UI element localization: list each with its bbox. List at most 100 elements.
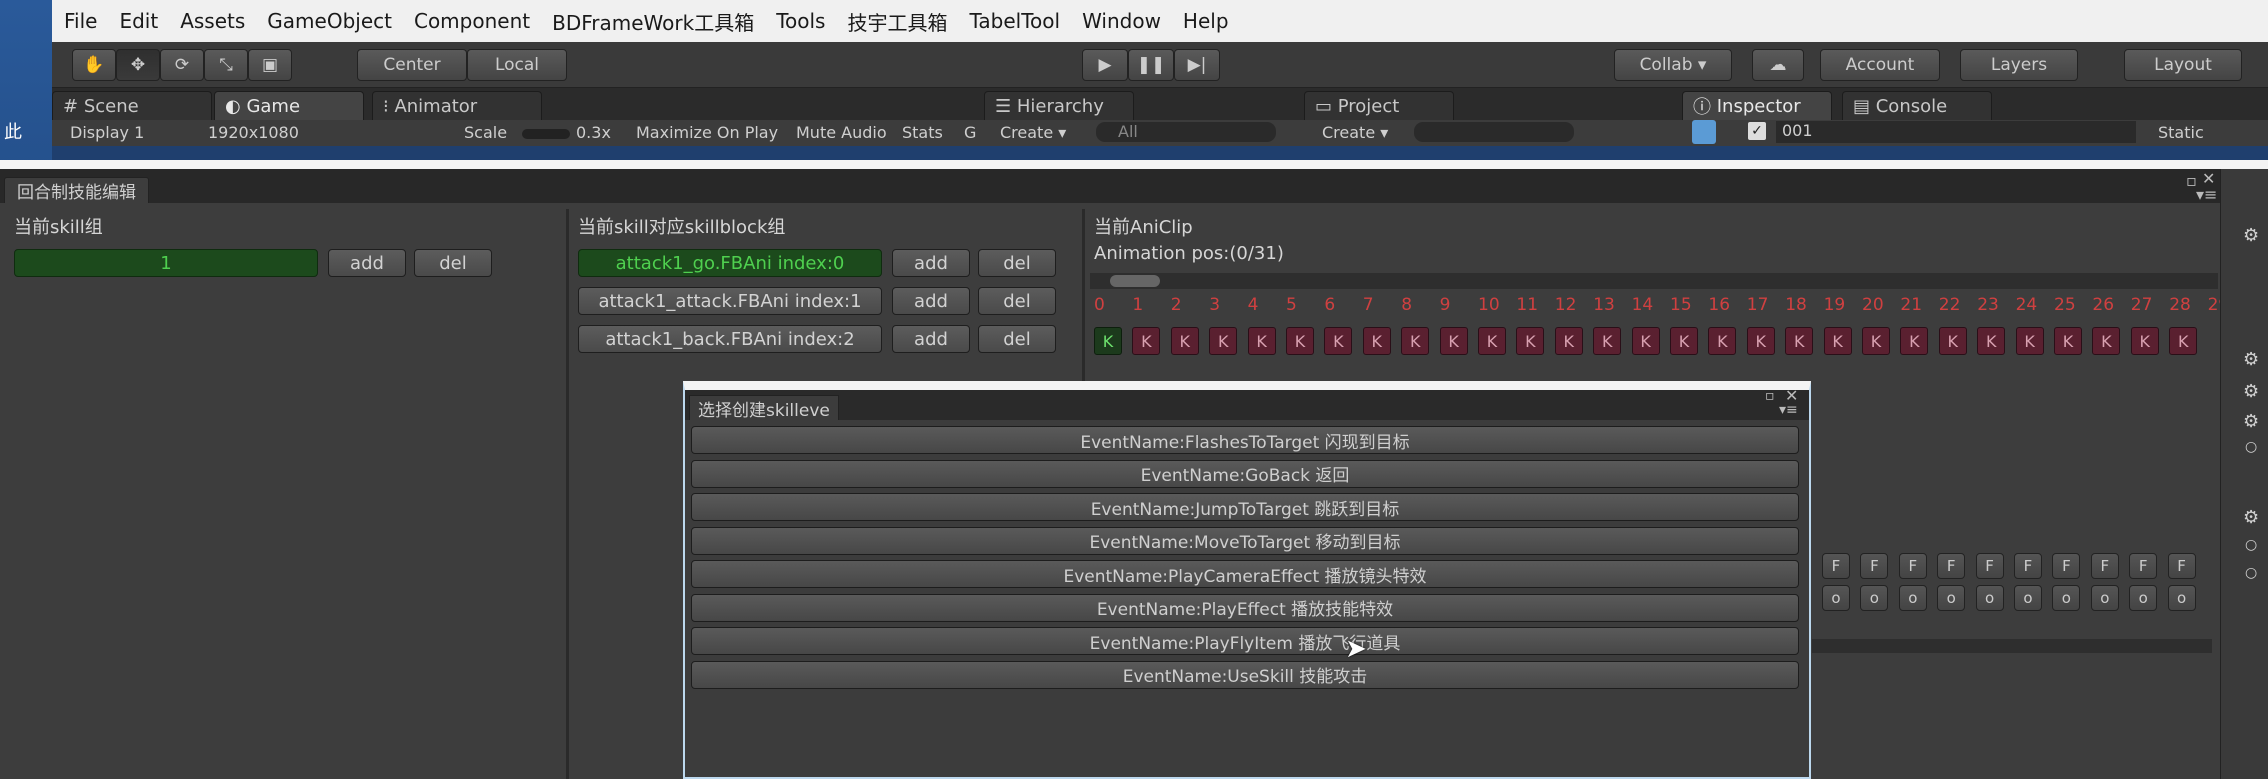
project-create-button[interactable]: Create ▾ <box>1322 123 1388 142</box>
tab-console[interactable]: ▤ Console <box>1842 91 1992 120</box>
timeline-scroll-thumb[interactable] <box>1110 275 1160 287</box>
display-dropdown[interactable]: Display 1 <box>70 123 144 142</box>
step-button[interactable]: ▶| <box>1174 49 1220 81</box>
keyframe-button[interactable]: K <box>1362 327 1391 355</box>
keyframe-button[interactable]: K <box>1900 327 1929 355</box>
rotate-tool-button[interactable]: ⟳ <box>160 49 204 81</box>
circle-icon[interactable]: ○ <box>2245 537 2257 553</box>
tab-inspector[interactable]: ⓘ Inspector <box>1682 91 1832 120</box>
event-option-button[interactable]: EventName:JumpToTarget 跳跃到目标 <box>691 493 1799 521</box>
gear-icon[interactable]: ⚙ <box>2243 349 2259 370</box>
event-option-button[interactable]: EventName:PlayCameraEffect 播放镜头特效 <box>691 560 1799 588</box>
keyframe-button[interactable]: K <box>1516 327 1545 355</box>
maximize-icon[interactable]: ▫ <box>1765 388 1775 404</box>
menu-item[interactable]: Help <box>1183 9 1229 33</box>
event-o-button[interactable]: o <box>2167 585 2196 611</box>
tab-animator[interactable]: ⁝ Animator <box>372 91 542 120</box>
keyframe-button[interactable]: K <box>1170 327 1199 355</box>
keyframe-button[interactable]: K <box>1977 327 2006 355</box>
hand-tool-button[interactable]: ✋ <box>72 49 116 81</box>
tab-scene[interactable]: # Scene <box>52 91 212 120</box>
skillblock-del-button[interactable]: del <box>978 287 1056 315</box>
scale-tool-button[interactable]: ⤡ <box>204 49 248 81</box>
collab-button[interactable]: Collab ▾ <box>1614 49 1732 81</box>
keyframe-button[interactable]: K <box>1823 327 1852 355</box>
event-o-button[interactable]: o <box>2090 585 2119 611</box>
popup-title-tab[interactable]: 选择创建skilleve <box>689 395 839 421</box>
project-search-input[interactable] <box>1414 122 1574 142</box>
tab-project[interactable]: ▭ Project <box>1304 91 1454 120</box>
object-name-field[interactable]: 001 <box>1776 121 2136 143</box>
event-f-button[interactable]: F <box>1898 553 1927 579</box>
event-option-button[interactable]: EventName:PlayFlyItem 播放飞行道具 <box>691 627 1799 655</box>
resolution-dropdown[interactable]: 1920x1080 <box>208 123 299 142</box>
event-f-button[interactable]: F <box>2167 553 2196 579</box>
menu-item[interactable]: 技宇工具箱 <box>847 7 947 36</box>
skill-add-button[interactable]: add <box>328 249 406 277</box>
event-o-button[interactable]: o <box>2129 585 2158 611</box>
maximize-on-play-toggle[interactable]: Maximize On Play <box>636 123 778 142</box>
menu-item[interactable]: BDFrameWork工具箱 <box>552 7 754 36</box>
rect-tool-button[interactable]: ▣ <box>248 49 292 81</box>
event-o-button[interactable]: o <box>1937 585 1966 611</box>
keyframe-button[interactable]: K <box>1209 327 1238 355</box>
skill-item[interactable]: 1 <box>14 249 318 277</box>
menu-icon[interactable]: ▾≡ <box>1779 402 1798 418</box>
event-o-button[interactable]: o <box>2052 585 2081 611</box>
keyframe-button[interactable]: K <box>1554 327 1583 355</box>
keyframe-button[interactable]: K <box>1938 327 1967 355</box>
gear-icon[interactable]: ⚙ <box>2243 411 2259 432</box>
circle-icon[interactable]: ○ <box>2245 565 2257 581</box>
static-toggle[interactable]: Static <box>2158 123 2204 142</box>
column-divider[interactable] <box>566 209 569 779</box>
menu-item[interactable]: File <box>64 9 97 33</box>
mute-audio-toggle[interactable]: Mute Audio <box>796 123 887 142</box>
event-option-button[interactable]: EventName:PlayEffect 播放技能特效 <box>691 593 1799 622</box>
gear-icon[interactable]: ⚙ <box>2243 381 2259 402</box>
keyframe-button[interactable]: K <box>1785 327 1814 355</box>
skillblock-add-button[interactable]: add <box>892 325 970 353</box>
keyframe-button[interactable]: K <box>2092 327 2121 355</box>
stats-toggle[interactable]: Stats <box>902 123 943 142</box>
menu-icon[interactable]: ▾≡ <box>2196 185 2217 204</box>
event-o-button[interactable]: o <box>1975 585 2004 611</box>
circle-icon[interactable]: ○ <box>2245 439 2257 455</box>
keyframe-button[interactable]: K <box>1094 327 1122 355</box>
skill-del-button[interactable]: del <box>414 249 492 277</box>
cloud-button[interactable]: ☁ <box>1752 49 1804 81</box>
keyframe-button[interactable]: K <box>1670 327 1698 355</box>
event-option-button[interactable]: EventName:MoveToTarget 移动到目标 <box>691 526 1799 555</box>
tab-game[interactable]: ◐ Game <box>214 91 364 120</box>
keyframe-button[interactable]: K <box>1708 327 1737 355</box>
keyframe-button[interactable]: K <box>1401 327 1430 355</box>
keyframe-button[interactable]: K <box>2130 327 2159 355</box>
keyframe-button[interactable]: K <box>2054 327 2082 355</box>
play-button[interactable]: ▶ <box>1082 49 1128 81</box>
pause-button[interactable]: ❚❚ <box>1128 49 1174 81</box>
timeline-scrollbar[interactable] <box>1090 273 2218 289</box>
active-checkbox[interactable]: ✓ <box>1748 122 1766 140</box>
event-option-button[interactable]: EventName:UseSkill 技能攻击 <box>691 660 1799 689</box>
menu-item[interactable]: Edit <box>119 9 158 33</box>
hierarchy-search-input[interactable]: All <box>1096 122 1276 142</box>
keyframe-button[interactable]: K <box>1631 327 1660 355</box>
account-dropdown[interactable]: Account <box>1820 49 1940 81</box>
event-f-button[interactable]: F <box>1975 553 2004 579</box>
event-f-button[interactable]: F <box>2052 553 2081 579</box>
editor-title-tab[interactable]: 回合制技能编辑 <box>4 177 149 203</box>
event-f-button[interactable]: F <box>1822 553 1850 579</box>
event-scrollbar[interactable] <box>1812 639 2212 653</box>
layout-dropdown[interactable]: Layout <box>2124 49 2242 81</box>
menu-item[interactable]: Tools <box>776 9 825 33</box>
event-f-button[interactable]: F <box>1860 553 1889 579</box>
event-option-button[interactable]: EventName:GoBack 返回 <box>691 459 1799 488</box>
skillblock-del-button[interactable]: del <box>978 249 1056 277</box>
keyframe-button[interactable]: K <box>2169 327 2198 355</box>
scale-slider[interactable] <box>522 129 570 139</box>
gizmos-toggle[interactable]: G <box>964 123 976 142</box>
event-f-button[interactable]: F <box>1937 553 1966 579</box>
keyframe-button[interactable]: K <box>1746 327 1775 355</box>
menu-item[interactable]: Component <box>414 9 530 33</box>
keyframe-button[interactable]: K <box>1593 327 1622 355</box>
gear-icon[interactable]: ⚙ <box>2243 225 2259 246</box>
